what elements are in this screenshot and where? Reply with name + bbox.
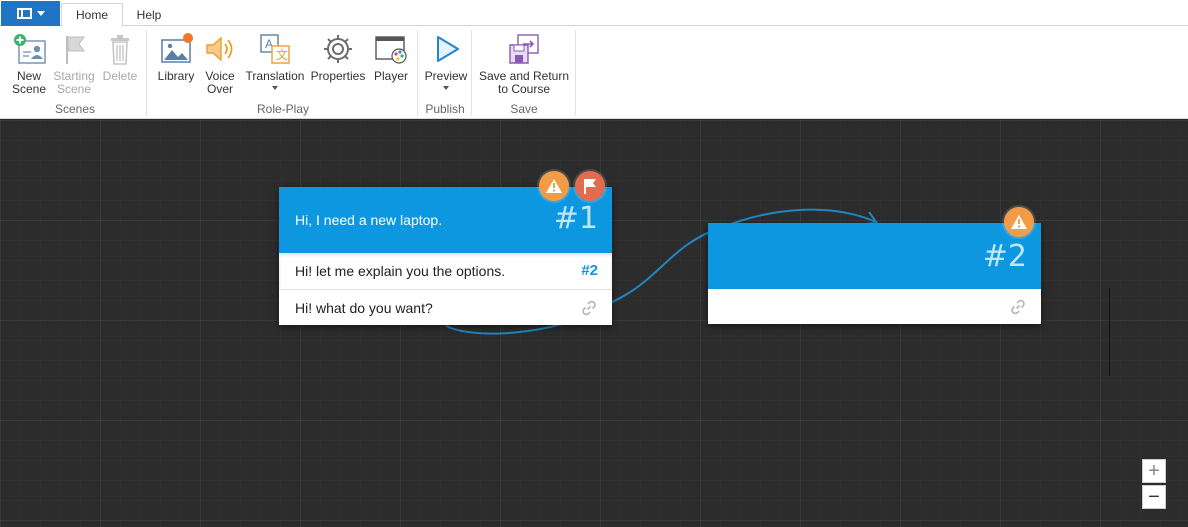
flag-icon[interactable] (575, 171, 605, 201)
app-menu-icon (16, 8, 32, 19)
scene-canvas[interactable]: Hi, I need a new laptop. #1 Hi! let me e… (0, 120, 1188, 527)
link-icon[interactable] (1009, 298, 1027, 319)
new-scene-icon (11, 31, 47, 67)
app-window: Home Help New Scene Starting Scene Delet… (0, 0, 1188, 527)
ribbon-tabstrip: Home Help (0, 0, 1188, 27)
reply-text: Hi! what do you want? (295, 300, 433, 316)
group-label-save: Save (510, 102, 538, 116)
scene-number: #1 (553, 201, 598, 236)
group-label-scenes: Scenes (54, 102, 96, 116)
svg-text:文: 文 (276, 47, 288, 62)
scene-header[interactable]: #2 (708, 223, 1041, 289)
group-separator (471, 30, 472, 116)
reply-row[interactable]: Hi! what do you want? (279, 289, 612, 325)
zoom-out-button[interactable]: − (1142, 485, 1166, 509)
preview-button[interactable]: Preview (424, 31, 468, 90)
preview-label: Preview (424, 69, 468, 83)
warning-icon[interactable] (539, 171, 569, 201)
chevron-down-icon (443, 86, 449, 90)
trash-icon (102, 31, 138, 67)
delete-button[interactable]: Delete (100, 31, 140, 83)
ribbon-toolbar: New Scene Starting Scene Delete Scenes L… (0, 26, 1188, 119)
play-icon (428, 31, 464, 67)
starting-scene-flag-icon (56, 31, 92, 67)
translation-label: Translation (245, 69, 305, 83)
library-button[interactable]: Library (155, 31, 197, 83)
speaker-icon (202, 31, 238, 67)
save-return-button[interactable]: Save and Return to Course (477, 31, 571, 96)
save-return-icon (506, 31, 542, 67)
voice-over-button[interactable]: Voice Over (200, 31, 240, 96)
group-separator (575, 30, 576, 116)
new-scene-label: New Scene (11, 69, 47, 96)
app-menu-button[interactable] (1, 1, 60, 26)
group-label-role-play: Role-Play (256, 102, 310, 116)
starting-scene-label: Starting Scene (53, 69, 95, 96)
properties-button[interactable]: Properties (309, 31, 367, 83)
canvas-divider (1109, 288, 1110, 376)
translation-button[interactable]: A 文 Translation (243, 31, 307, 90)
save-return-label: Save and Return to Course (478, 69, 570, 96)
properties-label: Properties (310, 69, 366, 83)
tab-home[interactable]: Home (61, 3, 123, 27)
scene-text: Hi, I need a new laptop. (295, 212, 443, 228)
group-separator (146, 30, 147, 116)
group-separator (417, 30, 418, 116)
zoom-in-button[interactable]: + (1142, 459, 1166, 483)
reply-text: Hi! let me explain you the options. (295, 263, 506, 279)
gear-icon (320, 31, 356, 67)
player-label: Player (373, 69, 408, 83)
voice-over-label: Voice Over (205, 69, 235, 96)
group-label-publish: Publish (425, 102, 465, 116)
starting-scene-button[interactable]: Starting Scene (52, 31, 96, 96)
player-icon (373, 31, 409, 67)
reply-target[interactable]: #2 (581, 262, 598, 279)
link-icon[interactable] (580, 299, 598, 320)
new-scene-button[interactable]: New Scene (8, 31, 50, 96)
reply-row[interactable]: Hi! let me explain you the options. #2 (279, 253, 612, 289)
library-label: Library (157, 69, 195, 83)
scene-card-2[interactable]: #2 (708, 223, 1041, 324)
player-button[interactable]: Player (371, 31, 411, 83)
translation-icon: A 文 (257, 31, 293, 67)
reply-row[interactable] (708, 289, 1041, 324)
warning-icon[interactable] (1004, 207, 1034, 237)
tab-help[interactable]: Help (124, 3, 174, 27)
scene-number: #2 (982, 239, 1027, 274)
chevron-down-icon (36, 11, 45, 16)
delete-label: Delete (102, 69, 138, 83)
chevron-down-icon (272, 86, 278, 90)
library-icon (158, 31, 194, 67)
scene-card-1[interactable]: Hi, I need a new laptop. #1 Hi! let me e… (279, 187, 612, 325)
